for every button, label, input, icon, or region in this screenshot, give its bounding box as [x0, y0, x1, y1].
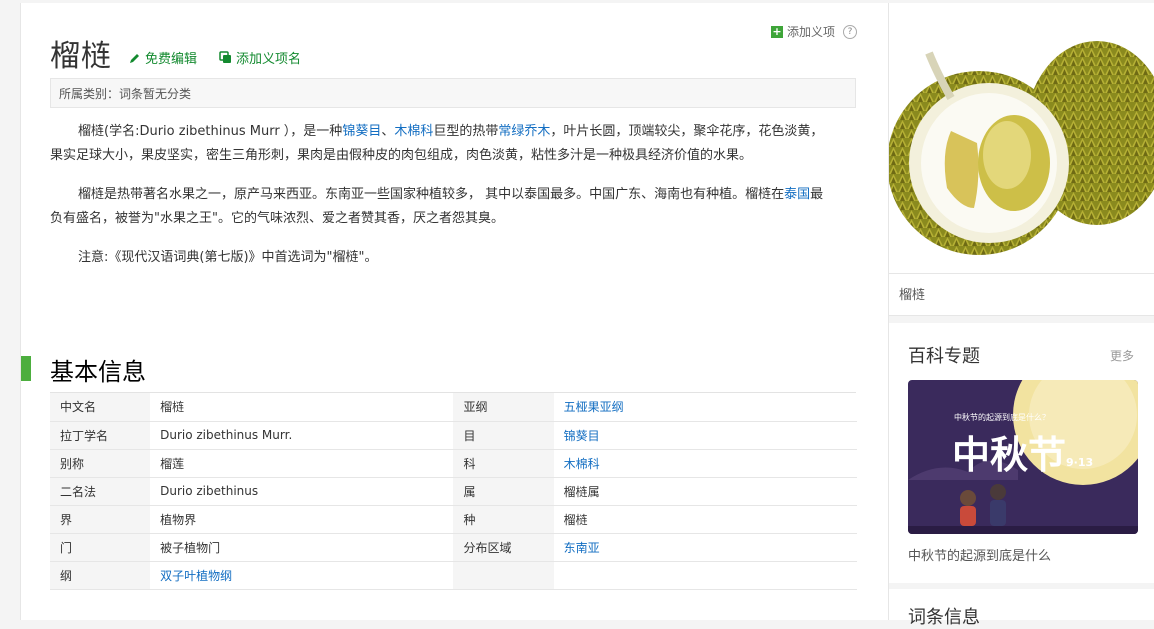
info-value: 双子叶植物纲	[150, 561, 454, 590]
pencil-icon	[130, 53, 139, 63]
info-key: 界	[50, 505, 151, 534]
info-value: 五桠果亚纲	[553, 393, 857, 422]
table-row: 界植物界种榴梿	[50, 505, 857, 534]
info-key: 属	[453, 477, 554, 506]
info-key: 纲	[50, 561, 151, 590]
info-value: Durio zibethinus	[150, 477, 454, 506]
info-key	[453, 561, 554, 590]
summary-text: 、	[381, 124, 395, 139]
copy-icon	[219, 51, 231, 63]
table-row: 纲双子叶植物纲	[50, 561, 857, 590]
more-link[interactable]: 更多	[1110, 347, 1134, 364]
info-value	[553, 561, 857, 590]
summary-paragraph: 榴梿(学名:Durio zibethinus Murr ），是一种锦葵目、木棉科…	[50, 120, 836, 168]
info-key: 种	[453, 505, 554, 534]
add-item-button[interactable]: + 添加义项 ?	[771, 23, 858, 40]
page-title: 榴梿	[50, 39, 112, 74]
link-thailand[interactable]: 泰国	[784, 187, 810, 202]
divider	[889, 316, 1154, 323]
info-key: 拉丁学名	[50, 421, 151, 450]
info-key: 亚纲	[453, 393, 554, 422]
info-value-link[interactable]: 双子叶植物纲	[160, 569, 232, 583]
topic-banner[interactable]: 中秋节的起源到底是什么？ 中秋节 9·13	[908, 380, 1138, 534]
info-key: 别称	[50, 449, 151, 478]
info-value-link[interactable]: 木棉科	[564, 457, 600, 471]
info-key: 二名法	[50, 477, 151, 506]
link-malvales[interactable]: 锦葵目	[342, 124, 381, 139]
add-sense-button[interactable]: 添加义项名	[219, 48, 301, 67]
info-value: Durio zibethinus Murr.	[150, 421, 454, 450]
info-value-link[interactable]: 五桠果亚纲	[564, 400, 624, 414]
info-value: 东南亚	[553, 533, 857, 562]
category-bar: 所属类别：词条暂无分类	[50, 78, 856, 108]
divider	[889, 583, 1154, 589]
info-key: 分布区域	[453, 533, 554, 562]
table-row: 门被子植物门 分布区域 东南亚	[50, 533, 857, 562]
info-key: 中文名	[50, 393, 151, 422]
banner-date-text: 9·13	[1066, 456, 1094, 469]
banner-caption[interactable]: 中秋节的起源到底是什么	[908, 545, 1051, 564]
link-evergreen-tree[interactable]: 常绿乔木	[498, 124, 550, 139]
edit-button-label: 免费编辑	[145, 52, 198, 67]
info-value: 植物界	[150, 505, 454, 534]
edit-button[interactable]: 免费编辑	[129, 48, 197, 67]
info-key: 门	[50, 533, 151, 562]
info-value: 榴梿属	[553, 477, 857, 506]
summary-text: 巨型的热带	[433, 124, 499, 139]
table-row: 二名法 Durio zibethinus 属榴梿属	[50, 477, 857, 506]
info-value: 榴梿	[150, 393, 454, 422]
basic-info-table: 中文名 榴梿 亚纲 五桠果亚纲 拉丁学名 Durio zibethinus Murr. 目锦…	[50, 393, 857, 590]
info-value: 榴梿	[553, 505, 857, 534]
durian-image	[889, 41, 1154, 255]
table-row: 别称 榴莲科木棉科	[50, 449, 857, 478]
info-value: 榴莲	[150, 449, 454, 478]
entry-image[interactable]	[889, 3, 1154, 272]
summary-note: 注意:《现代汉语词典(第七版)》中首选词为"榴梿"。	[78, 250, 378, 265]
help-icon[interactable]: ?	[843, 24, 858, 39]
summary-text: 榴梿是热带著名水果之一，原产马来西亚。东南亚一些国家种植较多， 其中以泰国最多。…	[78, 187, 785, 202]
summary-text: 榴梿(学名:Durio zibethinus Murr ），是一种	[78, 124, 343, 139]
plus-icon: +	[771, 24, 783, 38]
summary-paragraph: 榴梿是热带著名水果之一，原产马来西亚。东南亚一些国家种植较多， 其中以泰国最多。…	[50, 183, 836, 231]
entry-info-title: 词条信息	[908, 607, 980, 628]
link-bombacaceae[interactable]: 木棉科	[394, 124, 433, 139]
info-value-link[interactable]: 锦葵目	[564, 429, 600, 443]
banner-small-text: 中秋节的起源到底是什么？	[954, 413, 1050, 422]
banner-big-text: 中秋节	[952, 433, 1067, 477]
info-value: 锦葵目	[553, 421, 857, 450]
add-sense-label: 添加义项名	[236, 52, 302, 67]
info-value: 木棉科	[553, 449, 857, 478]
main-content: 榴梿 免费编辑 添加义项名 + 添加义项 ? 所属类别：词条暂无分类 榴梿(学名…	[20, 3, 888, 620]
section-marker	[21, 356, 31, 381]
table-row: 中文名 榴梿 亚纲 五桠果亚纲	[50, 393, 857, 422]
image-caption: 榴梿	[889, 273, 1154, 316]
sidebar: 榴梿 百科专题 更多 中秋节的起源到底是什么？ 中秋节 9·13 中秋节的起源到…	[888, 3, 1154, 628]
info-value: 被子植物门	[150, 533, 454, 562]
section-title: 基本信息	[50, 358, 146, 386]
info-key: 科	[453, 449, 554, 478]
info-key: 目	[453, 421, 554, 450]
add-item-label: 添加义项	[787, 25, 836, 39]
info-value-link[interactable]: 东南亚	[564, 541, 600, 555]
table-row: 拉丁学名 Durio zibethinus Murr. 目锦葵目	[50, 421, 857, 450]
topic-title: 百科专题	[908, 346, 980, 367]
